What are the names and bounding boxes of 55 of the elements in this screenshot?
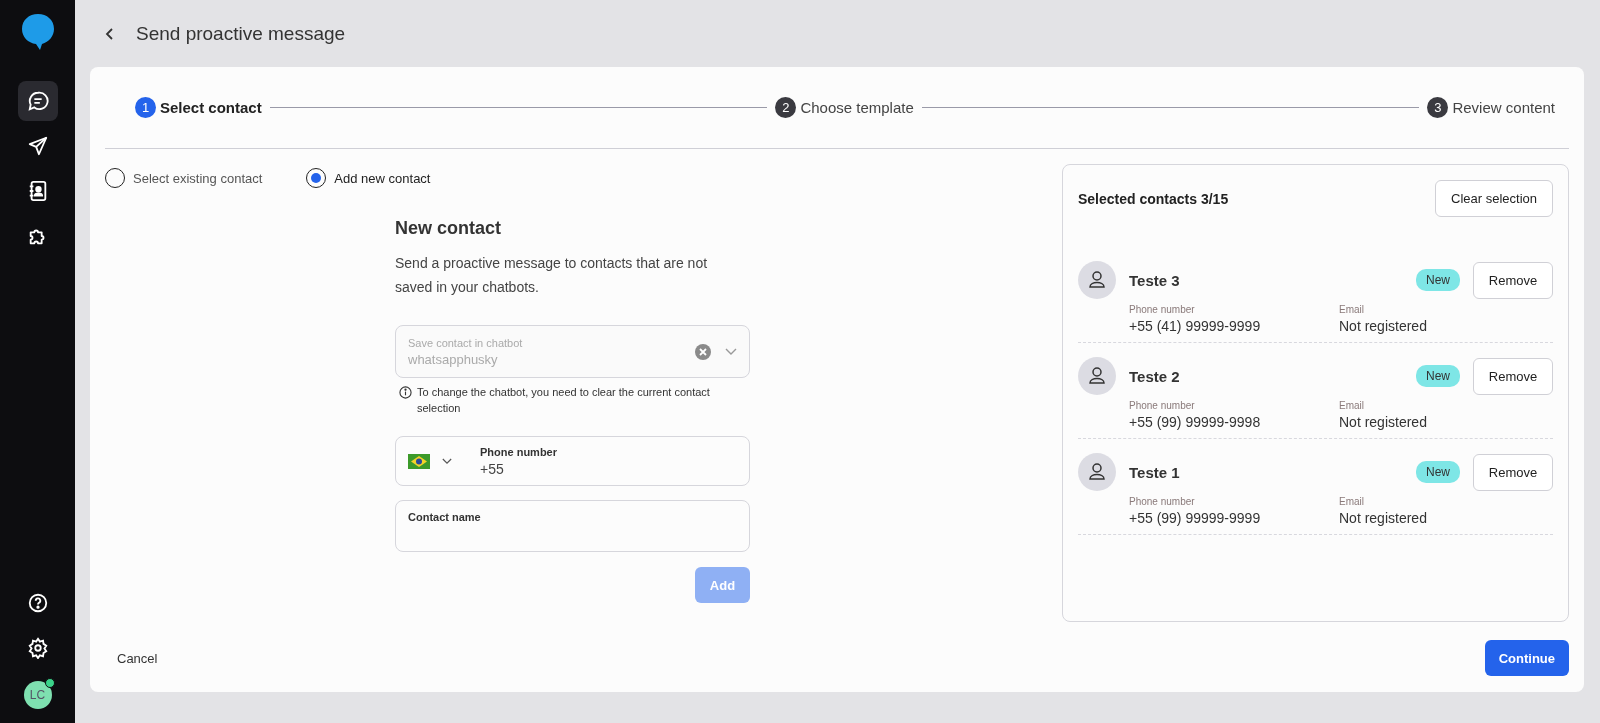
info-label: Email bbox=[1339, 400, 1365, 411]
step-label: Review content bbox=[1452, 99, 1555, 116]
email-value: Not registered bbox=[1339, 510, 1428, 526]
field-label: Contact name bbox=[408, 511, 481, 523]
continue-button[interactable]: Continue bbox=[1484, 640, 1569, 676]
new-badge: New bbox=[1416, 269, 1460, 291]
radio-label: Select existing contact bbox=[133, 170, 263, 186]
info-icon bbox=[399, 386, 412, 399]
phone-value: +55 (99) 99999-9998 bbox=[1129, 414, 1262, 430]
contact-name: Teste 3 bbox=[1129, 271, 1181, 289]
step-label: Select contact bbox=[160, 99, 262, 116]
field-label: Save contact in chatbot bbox=[408, 336, 524, 349]
person-avatar-icon bbox=[1078, 357, 1116, 395]
hint-text: To change the chatbot, you need to clear the current contact selection bbox=[417, 385, 711, 416]
new-badge: New bbox=[1416, 365, 1460, 387]
step-label: Choose template bbox=[800, 99, 914, 116]
step-number: 3 bbox=[1427, 97, 1449, 118]
info-label: Email bbox=[1339, 304, 1365, 315]
email-value: Not registered bbox=[1339, 414, 1428, 430]
remove-button[interactable]: Remove bbox=[1473, 357, 1553, 395]
panel-title: Selected contacts 3/15 bbox=[1078, 190, 1229, 207]
chevron-down-icon[interactable] bbox=[442, 457, 452, 465]
field-value: whatsapphusky bbox=[408, 351, 499, 367]
clear-selection-button[interactable]: Clear selection bbox=[1435, 180, 1553, 217]
phone-value: +55 (41) 99999-9999 bbox=[1129, 318, 1262, 334]
remove-button[interactable]: Remove bbox=[1473, 261, 1553, 299]
radio-option[interactable]: Add new contact bbox=[306, 168, 431, 188]
contact-name: Teste 2 bbox=[1129, 367, 1181, 385]
flag-icon[interactable] bbox=[408, 453, 430, 469]
info-label: Email bbox=[1339, 496, 1365, 507]
field-label: Phone number bbox=[480, 445, 558, 458]
phone-value: +55 (99) 99999-9999 bbox=[1129, 510, 1262, 526]
contact-name: Teste 1 bbox=[1129, 463, 1181, 481]
field-value: +55 bbox=[480, 460, 505, 477]
contact-name-field[interactable]: Contact name bbox=[395, 500, 750, 552]
radio-label: Add new contact bbox=[334, 170, 431, 186]
chat-icon[interactable] bbox=[17, 81, 58, 121]
radio-option[interactable]: Select existing contact bbox=[105, 168, 263, 188]
phone-number-field[interactable]: Phone number +55 bbox=[395, 436, 750, 486]
info-label: Phone number bbox=[1129, 496, 1196, 507]
form-title: New contact bbox=[395, 218, 503, 239]
person-avatar-icon bbox=[1078, 261, 1116, 299]
person-avatar-icon bbox=[1078, 453, 1116, 491]
step-number: 1 bbox=[135, 97, 156, 118]
step-number: 2 bbox=[775, 97, 797, 118]
info-label: Phone number bbox=[1129, 304, 1196, 315]
cancel-button[interactable]: Cancel bbox=[105, 650, 170, 666]
user-avatar[interactable]: LC bbox=[23, 681, 52, 709]
email-value: Not registered bbox=[1339, 318, 1428, 334]
new-badge: New bbox=[1416, 461, 1460, 483]
speech-bubble-logo-icon bbox=[20, 13, 55, 51]
page-title: Send proactive message bbox=[136, 22, 346, 45]
info-label: Phone number bbox=[1129, 400, 1196, 411]
form-description: Send a proactive message to contacts that are not saved in your chatbots. bbox=[395, 254, 709, 297]
remove-button[interactable]: Remove bbox=[1473, 453, 1553, 491]
